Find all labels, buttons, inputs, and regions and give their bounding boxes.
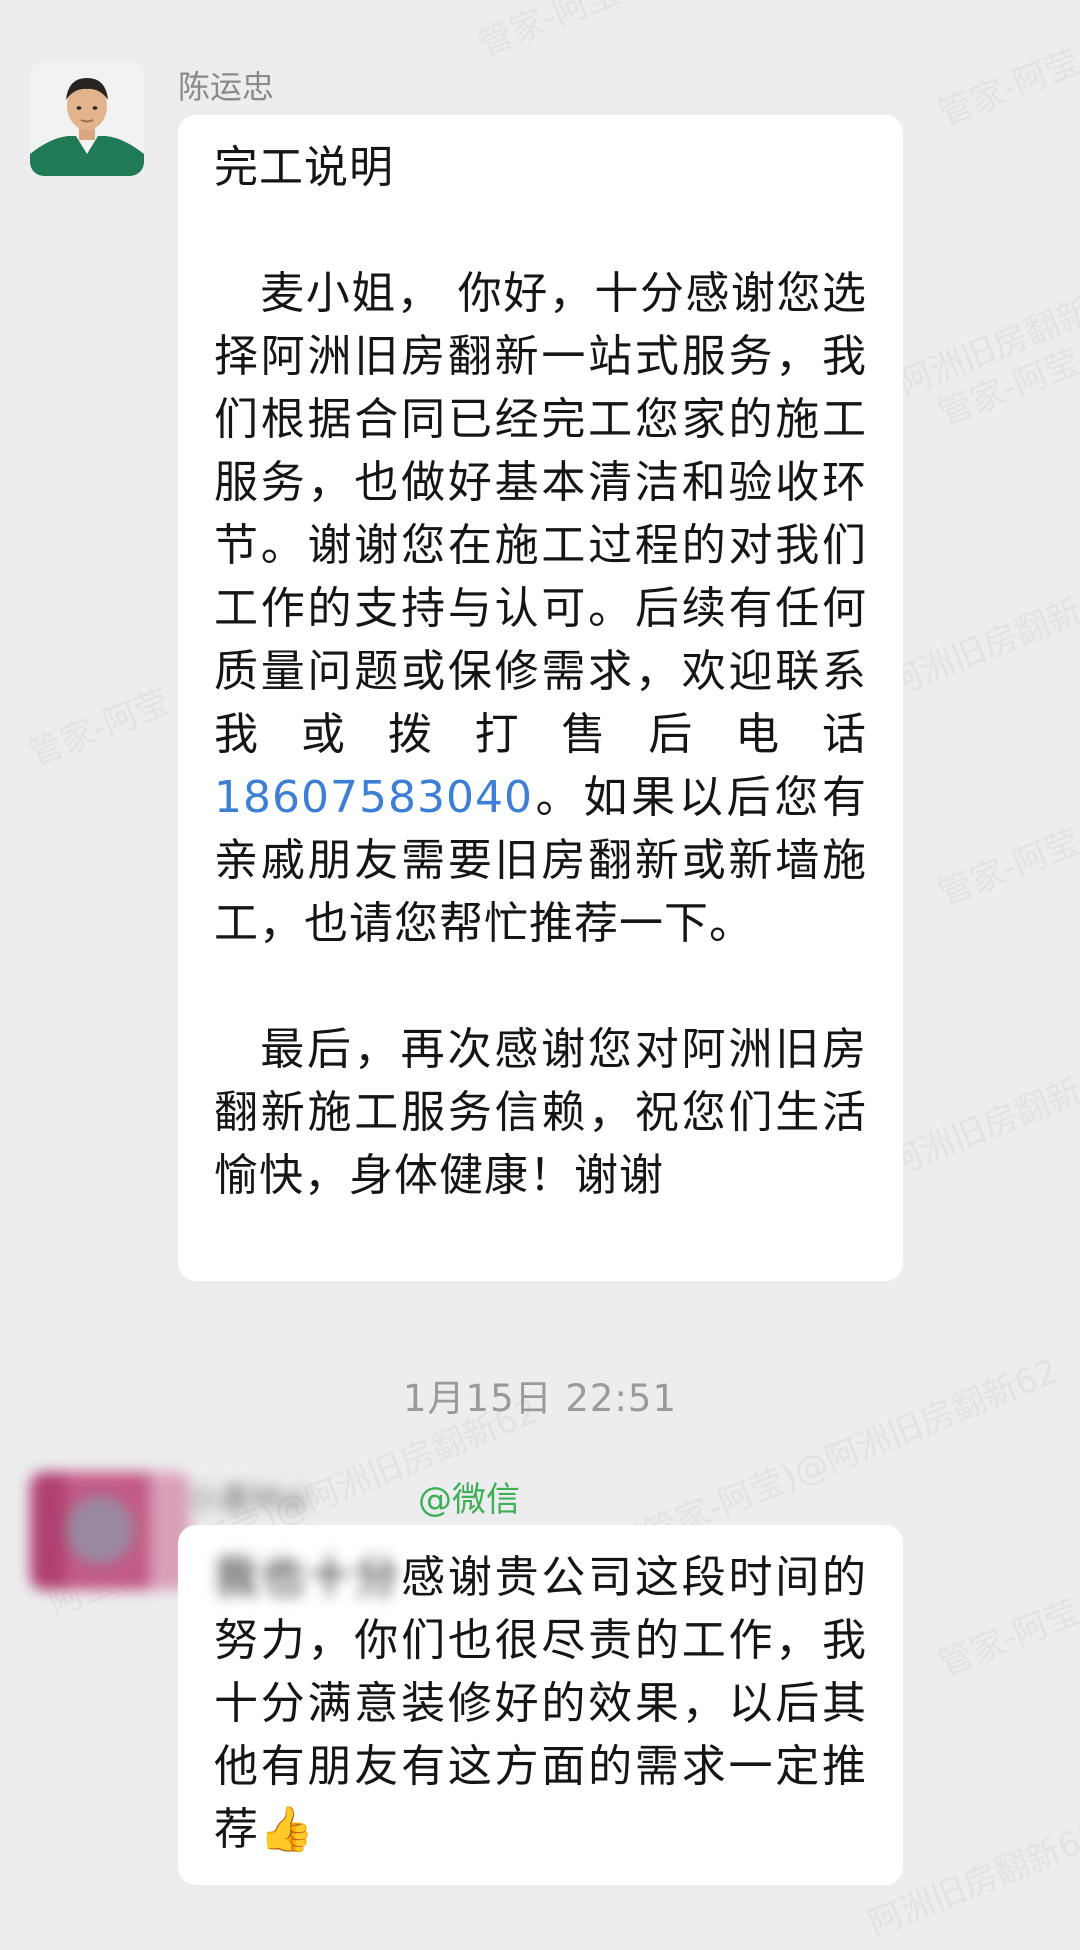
sender-avatar[interactable] [30, 1472, 190, 1590]
message-text: 我也十分感谢贵公司这段时间的努力，你们也很尽责的工作，我十分满意装修好的效果，以… [214, 1546, 867, 1861]
message-bubble[interactable]: 完工说明 麦小姐， 你好，十分感谢您选择阿洲旧房翻新一站式服务，我们根据合同已经… [178, 115, 903, 1281]
thumbs-up-icon: 👍 [259, 1804, 315, 1855]
watermark-text: 阿洲旧房翻新62 [880, 567, 1080, 705]
sender-avatar[interactable] [30, 62, 144, 176]
watermark-text: 阿洲旧房翻新62 [880, 1047, 1080, 1185]
wechat-source-tag: @微信 [418, 1480, 520, 1520]
watermark-text: 管家-阿莹 [470, 0, 626, 65]
phone-number-link[interactable]: 18607583040 [214, 772, 533, 823]
watermark-text: 管家-阿莹 [930, 34, 1080, 135]
message-paragraph: 最后，再次感谢您对阿洲旧房翻新施工服务信赖，祝您们生活愉快，身体健康！谢谢 [214, 1024, 867, 1201]
message-paragraph-text: 麦小姐， 你好，十分感谢您选择阿洲旧房翻新一站式服务，我们根据合同已经完工您家的… [214, 268, 867, 760]
message-paragraph: 麦小姐， 你好，十分感谢您选择阿洲旧房翻新一站式服务，我们根据合同已经完工您家的… [214, 262, 867, 955]
sender-name: 小麦Mai [188, 1480, 309, 1518]
blurred-text: 我也十分 [214, 1552, 402, 1603]
watermark-text: 阿洲旧房翻新62 [890, 267, 1080, 405]
watermark-text: 管家-阿莹 [20, 674, 176, 775]
sender-name: 陈运忠 [178, 68, 275, 106]
watermark-text: 管家-阿莹 [930, 814, 1080, 915]
message-paragraph: 我也十分感谢贵公司这段时间的努力，你们也很尽责的工作，我十分满意装修好的效果，以… [214, 1546, 867, 1861]
message-title: 完工说明 [214, 142, 394, 193]
blurred-avatar-icon [30, 1472, 190, 1590]
watermark-text: 管家-阿莹 [930, 334, 1080, 435]
message-text: 完工说明 麦小姐， 你好，十分感谢您选择阿洲旧房翻新一站式服务，我们根据合同已经… [214, 136, 867, 1207]
message-timestamp: 1月15日 22:51 [402, 1377, 677, 1420]
person-avatar-icon [30, 62, 144, 176]
watermark-text: 管家-阿莹 [930, 1584, 1080, 1685]
message-bubble[interactable]: 我也十分感谢贵公司这段时间的努力，你们也很尽责的工作，我十分满意装修好的效果，以… [178, 1525, 903, 1885]
